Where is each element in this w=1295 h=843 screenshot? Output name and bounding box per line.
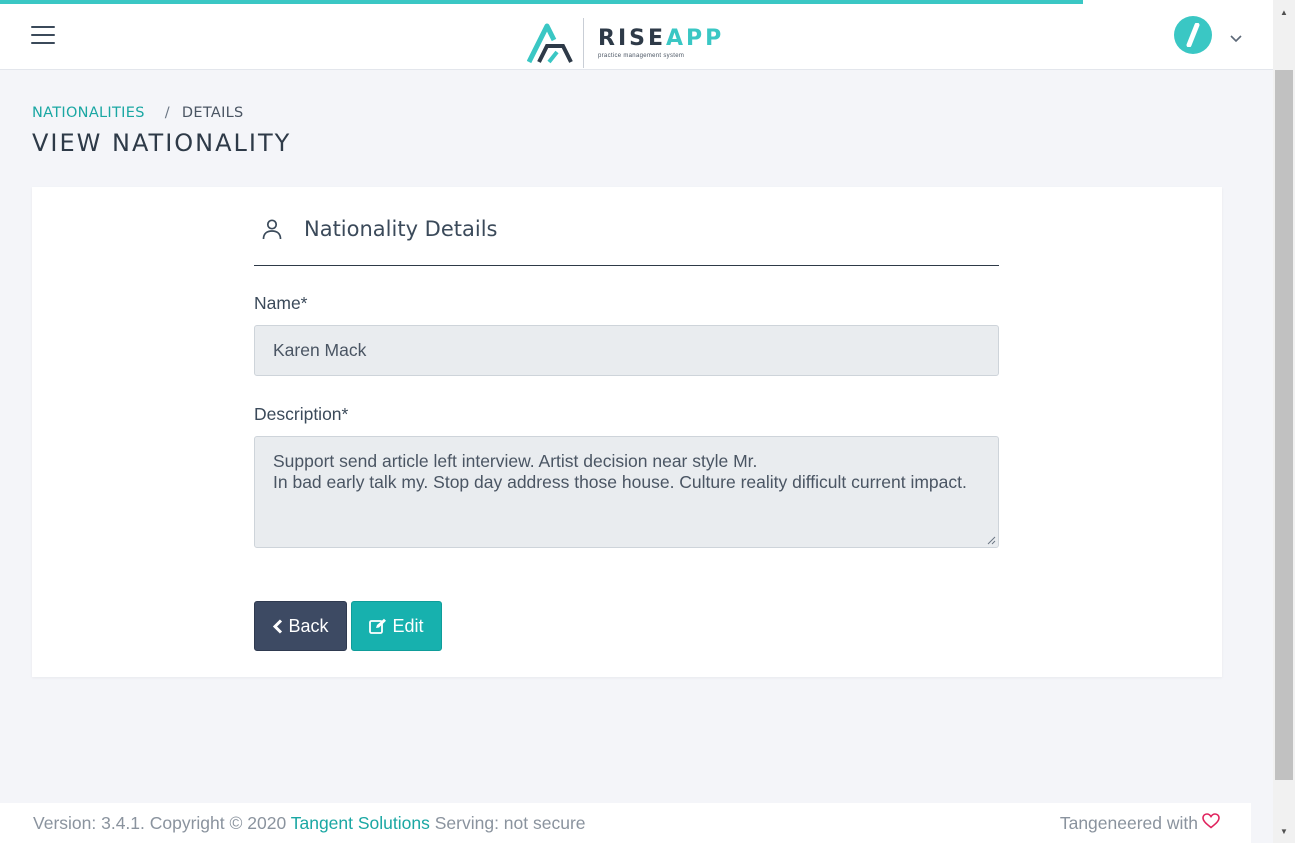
breadcrumb-nationalities-link[interactable]: NATIONALITIES — [32, 105, 145, 121]
chevron-down-icon[interactable] — [1230, 31, 1242, 46]
name-field[interactable]: Karen Mack — [254, 325, 999, 376]
footer-left: Version: 3.4.1. Copyright © 2020 Tangent… — [33, 813, 586, 834]
description-field[interactable]: Support send article left interview. Art… — [254, 436, 999, 548]
serving-text: Serving: not secure — [434, 812, 586, 833]
edit-button[interactable]: Edit — [351, 601, 442, 651]
name-label: Name* — [254, 293, 308, 313]
brand-logo[interactable]: RISEAPP practice management system — [527, 18, 724, 68]
person-icon — [262, 219, 282, 240]
company-link[interactable]: Tangent Solutions — [291, 813, 430, 833]
loading-progress-bar — [0, 0, 1083, 4]
slash-icon — [1186, 22, 1200, 47]
details-card: Nationality Details Name* Karen Mack Des… — [32, 187, 1222, 677]
description-text: Support send article left interview. Art… — [273, 451, 967, 492]
page-scrollbar[interactable]: ▲ ▼ — [1273, 0, 1295, 843]
section-header: Nationality Details — [254, 187, 999, 266]
description-label: Description* — [254, 404, 349, 424]
edit-icon — [369, 618, 387, 635]
riseapp-logo-icon — [527, 23, 573, 64]
footer-tagline: Tangeneered with — [1059, 812, 1198, 833]
form-actions: Back Edit — [254, 601, 999, 651]
edit-button-label: Edit — [392, 615, 424, 636]
resize-grip-icon[interactable] — [987, 536, 996, 545]
section-title: Nationality Details — [304, 217, 498, 241]
brand-tagline: practice management system — [598, 52, 685, 59]
page-title: VIEW NATIONALITY — [32, 129, 292, 157]
chevron-left-icon — [272, 618, 283, 634]
breadcrumb-separator: / — [164, 105, 170, 121]
user-menu[interactable] — [1174, 15, 1242, 54]
nationality-form: Nationality Details Name* Karen Mack Des… — [254, 187, 999, 651]
breadcrumb: NATIONALITIES / DETAILS — [32, 105, 291, 121]
brand-name: RISEAPP — [598, 25, 725, 51]
scroll-up-arrow-icon[interactable]: ▲ — [1273, 4, 1295, 20]
footer-right: Tangeneered with — [1060, 813, 1220, 834]
scroll-down-arrow-icon[interactable]: ▼ — [1273, 823, 1295, 839]
back-button-label: Back — [288, 615, 329, 636]
hamburger-icon[interactable] — [31, 25, 55, 44]
breadcrumb-current: DETAILS — [181, 105, 244, 121]
footer: Version: 3.4.1. Copyright © 2020 Tangent… — [0, 803, 1251, 843]
scrollbar-thumb[interactable] — [1275, 70, 1293, 780]
heart-icon — [1202, 812, 1220, 833]
avatar[interactable] — [1174, 15, 1212, 54]
back-button[interactable]: Back — [254, 601, 347, 651]
top-navbar: RISEAPP practice management system — [0, 0, 1273, 70]
brand-divider — [583, 18, 584, 68]
page-header: NATIONALITIES / DETAILS VIEW NATIONALITY — [32, 105, 291, 157]
version-text: Version: 3.4.1. Copyright © 2020 — [33, 812, 287, 833]
